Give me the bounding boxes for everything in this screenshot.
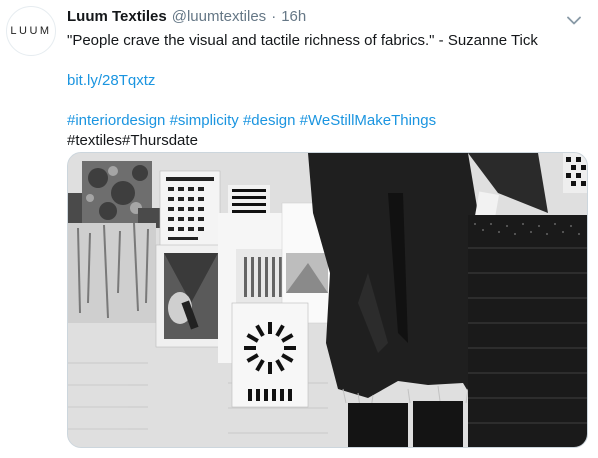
avatar[interactable]: LUUM [6, 6, 56, 56]
tweet-body: "People crave the visual and tactile ric… [67, 31, 587, 151]
hashtag-link[interactable]: #design [243, 112, 296, 129]
hashtags-line-1: #interiordesign #simplicity #design #WeS… [67, 111, 587, 131]
tweet-header: Luum Textiles @luumtextiles · 16h [67, 8, 558, 30]
author-name[interactable]: Luum Textiles [67, 8, 167, 25]
hashtag-link[interactable]: #simplicity [170, 112, 239, 129]
chevron-down-icon [567, 16, 581, 24]
tweet-text: "People crave the visual and tactile ric… [67, 32, 538, 49]
avatar-logo-text: LUUM [10, 25, 52, 37]
separator-dot: · [271, 8, 277, 25]
hashtags-line-2: #textiles#Thursdate [67, 132, 198, 149]
tweet-link[interactable]: bit.ly/28Tqxtz [67, 71, 587, 91]
hashtag-link[interactable]: #interiordesign [67, 112, 165, 129]
author-handle[interactable]: @luumtextiles [172, 8, 266, 25]
hashtag-link[interactable]: #WeStillMakeThings [300, 112, 436, 129]
timestamp[interactable]: 16h [281, 8, 306, 25]
photo-moodboard [68, 153, 587, 447]
tweet-menu-button[interactable] [564, 10, 584, 30]
tweet-photo[interactable] [67, 152, 588, 448]
